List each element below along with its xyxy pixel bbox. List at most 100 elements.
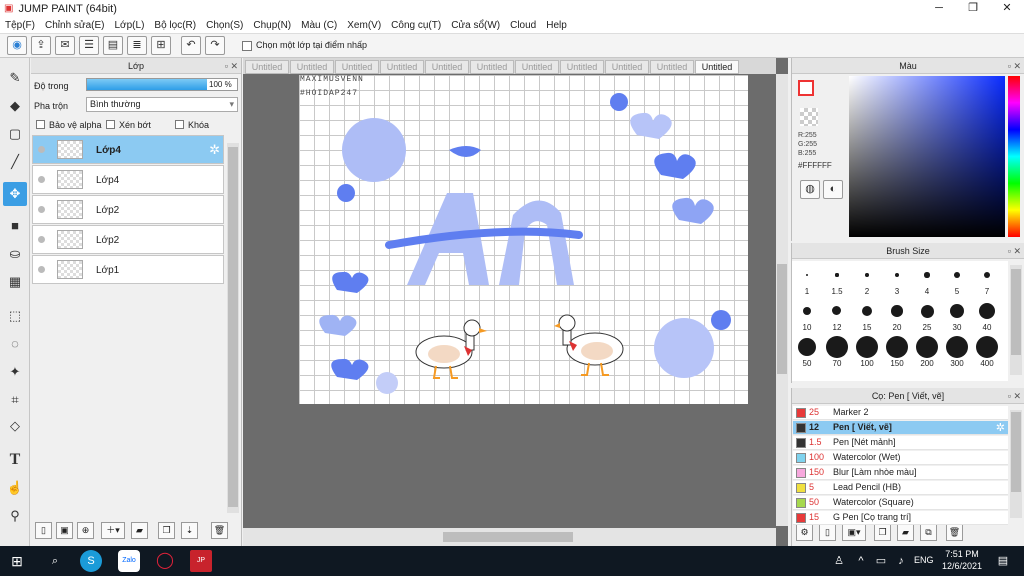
layer-row[interactable]: Lớp2 <box>32 225 224 254</box>
brush-size-dot[interactable] <box>886 336 908 358</box>
palette-edit-icon[interactable]: ◐ <box>823 180 843 199</box>
brush-size-dot[interactable] <box>954 272 960 278</box>
brush-size-dot[interactable] <box>826 336 848 358</box>
menu-item[interactable]: Bộ lọc(R) <box>149 17 201 33</box>
panel-close-icon[interactable]: ▫ ✕ <box>1008 243 1021 259</box>
eyedropper-icon[interactable]: ⚲ <box>3 504 27 528</box>
brush-size-dot[interactable] <box>891 305 903 317</box>
drawing-canvas[interactable]: MAXIMUSVENN #HOIDAP247 <box>299 75 748 404</box>
bucket-tool-icon[interactable]: ⛀ <box>3 242 27 266</box>
visibility-icon[interactable] <box>38 236 45 243</box>
menu-item[interactable]: Chọn(S) <box>201 17 248 33</box>
search-icon[interactable]: ⌕ <box>44 550 66 572</box>
pen-item[interactable]: 50 Watercolor (Square) <box>793 496 1008 510</box>
brush-duplicate-icon[interactable]: ⧉ <box>920 524 937 541</box>
pen-tool-icon[interactable]: ✎ <box>3 66 27 90</box>
network-icon[interactable]: ▭ <box>870 550 892 572</box>
pen-item[interactable]: 1.5 Pen [Nét mảnh] <box>793 436 1008 450</box>
pen-item[interactable]: 100 Watercolor (Wet) <box>793 451 1008 465</box>
pen-item[interactable]: 25 Marker 2 <box>793 406 1008 420</box>
folder-icon[interactable]: ▰ <box>131 522 148 539</box>
document-tab[interactable]: Untitled <box>605 60 649 74</box>
jump-paint-taskbar-icon[interactable]: JP <box>190 550 212 572</box>
select-layer-checkbox[interactable] <box>242 41 252 51</box>
menu-item[interactable]: Tệp(F) <box>0 17 40 33</box>
panel-close-icon[interactable]: ▫ ✕ <box>225 58 238 74</box>
opera-icon[interactable]: ◯ <box>154 550 176 572</box>
document-tab[interactable]: Untitled <box>425 60 469 74</box>
foreground-color-swatch[interactable] <box>798 80 814 96</box>
menu-item[interactable]: Công cụ(T) <box>386 17 446 33</box>
pen-item[interactable]: 5 Lead Pencil (HB) <box>793 481 1008 495</box>
document-tab[interactable]: Untitled <box>650 60 694 74</box>
gear-icon[interactable]: ✲ <box>209 142 220 158</box>
page-icon[interactable]: ▤ <box>103 36 123 55</box>
layer-row[interactable]: Lớp2 <box>32 195 224 224</box>
panel-close-icon[interactable]: ▫ ✕ <box>1008 58 1021 74</box>
add-page-icon[interactable]: ⊕ <box>77 522 94 539</box>
copy-layer-icon[interactable]: ▣ <box>56 522 73 539</box>
chevron-up-icon[interactable]: ^ <box>850 550 872 572</box>
pen-item[interactable]: 12 Pen [ Viết, vẽ] ✲ <box>793 421 1008 435</box>
layer-scroll-thumb[interactable] <box>228 147 238 507</box>
brush-scroll-thumb[interactable] <box>1011 269 1021 355</box>
transparent-swatch[interactable] <box>800 108 818 126</box>
clock-time[interactable]: 7:51 PM <box>942 549 982 559</box>
pen-scrollbar[interactable] <box>1010 410 1022 518</box>
hand-tool-icon[interactable]: ☝ <box>3 476 27 500</box>
brush-size-dot[interactable] <box>861 305 873 317</box>
list-icon[interactable]: ≣ <box>127 36 147 55</box>
brush-size-dot[interactable] <box>916 336 938 358</box>
brush-size-dot[interactable] <box>856 336 878 358</box>
notification-icon[interactable]: ▤ <box>992 550 1014 572</box>
comment-icon[interactable]: ✉ <box>55 36 75 55</box>
palette-icon[interactable]: ◍ <box>800 180 820 199</box>
brush-size-dot[interactable] <box>865 273 869 277</box>
brush-size-dot[interactable] <box>924 272 930 278</box>
document-tab[interactable]: Untitled <box>560 60 604 74</box>
menu-item[interactable]: Chỉnh sửa(E) <box>40 17 110 33</box>
document-tab[interactable]: Untitled <box>695 60 739 74</box>
visibility-icon[interactable] <box>38 266 45 273</box>
document-tab[interactable]: Untitled <box>245 60 289 74</box>
menu-item[interactable]: Màu (C) <box>296 17 342 33</box>
layer-row[interactable]: Lớp4 ✲ <box>32 135 224 164</box>
canvas-horizontal-scrollbar[interactable] <box>243 528 776 546</box>
clock-date[interactable]: 12/6/2021 <box>940 561 984 571</box>
visibility-icon[interactable] <box>38 176 45 183</box>
vscroll-thumb[interactable] <box>777 264 787 374</box>
menu-item[interactable]: Help <box>541 17 572 33</box>
text-tool-icon[interactable]: T <box>3 448 27 472</box>
document-tab[interactable]: Untitled <box>515 60 559 74</box>
brush-add-icon[interactable]: ▣▾ <box>842 524 866 541</box>
menu-item[interactable]: Cửa sổ(W) <box>446 17 505 33</box>
brush-scrollbar[interactable] <box>1010 265 1022 375</box>
brush-size-dot[interactable] <box>835 273 839 277</box>
brush-folder-icon[interactable]: ▰ <box>897 524 914 541</box>
close-button[interactable]: ✕ <box>990 0 1024 17</box>
gear-icon[interactable]: ✲ <box>996 421 1005 434</box>
document-tab[interactable]: Untitled <box>335 60 379 74</box>
select-eraser-icon[interactable]: ◇ <box>3 414 27 438</box>
brush-settings-icon[interactable]: ⚙ <box>796 524 813 541</box>
clipping-checkbox[interactable] <box>106 120 115 129</box>
brush-size-dot[interactable] <box>805 273 809 277</box>
pen-item[interactable]: 150 Blur [Làm nhòe màu] <box>793 466 1008 480</box>
fill-rect-tool-icon[interactable]: ■ <box>3 214 27 238</box>
duplicate-icon[interactable]: ❐ <box>158 522 175 539</box>
export-icon[interactable]: ⇪ <box>31 36 51 55</box>
rectangle-tool-icon[interactable]: ▢ <box>3 122 27 146</box>
visibility-icon[interactable] <box>38 146 45 153</box>
document-tab[interactable]: Untitled <box>290 60 334 74</box>
layer-scrollbar[interactable] <box>227 143 239 513</box>
volume-icon[interactable]: ♪ <box>890 550 912 572</box>
brush-size-dot[interactable] <box>976 336 998 358</box>
line-tool-icon[interactable]: ╱ <box>3 150 27 174</box>
layer-row[interactable]: Lớp4 <box>32 165 224 194</box>
lock-checkbox[interactable] <box>175 120 184 129</box>
brush-size-dot[interactable] <box>949 303 965 319</box>
pen-scroll-thumb[interactable] <box>1011 412 1021 492</box>
windows-start-icon[interactable]: ⊞ <box>6 550 28 572</box>
gradient-tool-icon[interactable]: ▦ <box>3 270 27 294</box>
brush-size-dot[interactable] <box>832 306 842 316</box>
